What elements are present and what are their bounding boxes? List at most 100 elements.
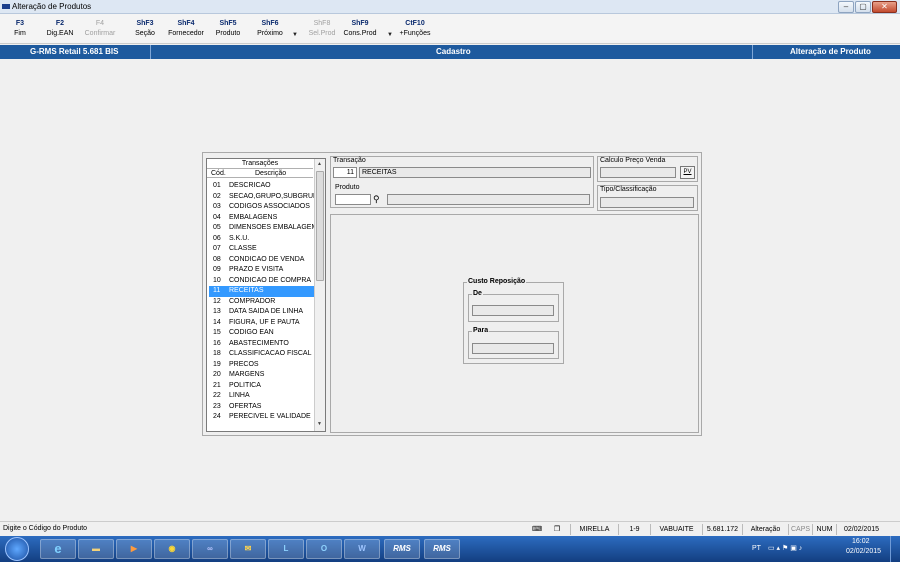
status-bar: Digite o Código do Produto ⌨ ❐ MIRELLA 1…	[0, 521, 900, 536]
scroll-down-icon[interactable]: ▼	[317, 421, 322, 427]
status-caps: CAPS	[788, 524, 812, 535]
toolbar-button-confirmar[interactable]: F4 Confirmar	[80, 19, 120, 39]
tray-icons[interactable]: ▭ ▴ ⚑ ▣ ♪	[768, 544, 802, 552]
transaction-row[interactable]: 09 PRAZO E VISITA	[209, 265, 314, 276]
transaction-desc: OFERTAS	[229, 402, 262, 410]
transaction-desc: FIGURA, UF E PAUTA	[229, 318, 300, 326]
explorer-icon[interactable]: ▬	[78, 539, 114, 559]
transacao-name-field: RECEITAS	[359, 167, 591, 178]
outlook-icon[interactable]: O	[306, 539, 342, 559]
toolbar-button-sel-prod[interactable]: ShF8 Sel.Prod	[302, 19, 342, 39]
toolbar-button-pr-ximo[interactable]: ShF6 Próximo	[250, 19, 290, 39]
transaction-row[interactable]: 11 RECEITAS	[209, 286, 314, 297]
transaction-desc: CLASSE	[229, 245, 257, 252]
transactions-list[interactable]: Transações Cód. Descrição 01 DESCRICAO 02 S…	[206, 158, 326, 432]
binoculars-icon[interactable]: ⚲	[373, 194, 380, 205]
toolbar-button-se-o[interactable]: ShF3 Seção	[125, 19, 165, 39]
transaction-desc: SECAO,GRUPO,SUBGRUPO	[229, 192, 314, 200]
module-name: Cadastro	[436, 47, 471, 56]
produto-code-input[interactable]	[335, 194, 371, 205]
transaction-code: 15	[213, 329, 221, 336]
toolbar-label: Fim	[14, 30, 26, 37]
status-mode: Alteração	[742, 524, 788, 535]
toolbar-label: Confirmar	[84, 30, 116, 37]
transaction-code: 11	[213, 287, 221, 294]
transaction-desc: EMBALAGENS	[229, 213, 278, 221]
clock-time: 16:02	[852, 538, 870, 545]
copy-icon: ❐	[553, 526, 561, 533]
status-host: VABUAITE	[650, 524, 702, 535]
transaction-row[interactable]: 01 DESCRICAO	[209, 181, 314, 192]
transaction-row[interactable]: 05 DIMENSOES EMBALAGEM	[209, 223, 314, 234]
toolbar-button-produto[interactable]: ShF5 Produto	[208, 19, 248, 39]
rms-app-1[interactable]: RMS	[384, 539, 420, 559]
toolbar-key: F2	[55, 20, 65, 27]
toolbar-button-fornecedor[interactable]: ShF4 Fornecedor	[166, 19, 206, 39]
messenger-icon[interactable]: ✉	[230, 539, 266, 559]
toolbar-button-cons-prod[interactable]: ShF9 Cons.Prod	[340, 19, 380, 39]
chrome-icon[interactable]: ◉	[154, 539, 190, 559]
transaction-row[interactable]: 13 DATA SAIDA DE LINHA	[209, 307, 314, 318]
transaction-code: 19	[213, 360, 221, 368]
transaction-desc: CONDICAO DE VENDA	[229, 255, 305, 263]
transaction-code: 05	[213, 224, 221, 231]
system-name: G-RMS Retail 5.681 BIS	[30, 47, 119, 56]
media-player-icon[interactable]: ▶	[116, 539, 152, 559]
transaction-row[interactable]: 06 S.K.U.	[209, 234, 314, 245]
transaction-row[interactable]: 23 OFERTAS	[209, 402, 314, 413]
show-desktop-button[interactable]	[890, 536, 900, 562]
transaction-row[interactable]: 22 LINHA	[209, 391, 314, 402]
toolbar-button-fim[interactable]: F3 Fim	[0, 19, 40, 39]
transaction-row[interactable]: 16 ABASTECIMENTO	[209, 339, 314, 350]
custo-label: Custo Reposição	[467, 278, 527, 285]
transaction-row[interactable]: 19 PRECOS	[209, 360, 314, 371]
transaction-row[interactable]: 18 CLASSIFICACAO FISCAL	[209, 349, 314, 360]
close-button[interactable]: ✕	[872, 1, 897, 13]
pv-button[interactable]: PV	[680, 166, 695, 179]
header-divider	[150, 45, 151, 59]
word-icon[interactable]: W	[344, 539, 380, 559]
transaction-row[interactable]: 15 CODIGO EAN	[209, 328, 314, 339]
language-indicator[interactable]: PT	[752, 545, 761, 552]
transaction-code: 03	[213, 203, 221, 210]
toolbar-key: CtF10	[405, 20, 425, 27]
scroll-up-icon[interactable]: ▲	[317, 161, 322, 167]
minimize-button[interactable]: –	[838, 1, 854, 13]
transaction-code: 08	[213, 255, 221, 263]
transaction-row[interactable]: 03 CODIGOS ASSOCIADOS	[209, 202, 314, 213]
transaction-row[interactable]: 07 CLASSE	[209, 244, 314, 255]
maximize-button[interactable]: ▢	[855, 1, 871, 13]
transaction-row[interactable]: 04 EMBALAGENS	[209, 213, 314, 224]
dropdown-icon[interactable]: ▼	[292, 32, 298, 38]
scroll-thumb[interactable]	[316, 171, 324, 281]
transaction-row[interactable]: 21 POLITICA	[209, 381, 314, 392]
toolbar-label: Sel.Prod	[308, 30, 336, 37]
link-app-icon[interactable]: ∞	[192, 539, 228, 559]
transaction-row[interactable]: 02 SECAO,GRUPO,SUBGRUPO	[209, 192, 314, 203]
transactions-scrollbar[interactable]: ▲ ▼	[314, 159, 325, 431]
ie-icon[interactable]: e	[40, 539, 76, 559]
transaction-code: 18	[213, 350, 221, 357]
transaction-row[interactable]: 10 CONDICAO DE COMPRA	[209, 276, 314, 287]
status-hint: Digite o Código do Produto	[3, 525, 88, 532]
function-name: Alteração de Produto	[790, 47, 871, 56]
toolbar-label: Produto	[215, 30, 241, 37]
keyboard-icon: ⌨	[531, 526, 543, 533]
transaction-row[interactable]: 24 PERECIVEL E VALIDADE	[209, 412, 314, 423]
transacao-code-field[interactable]: 11	[333, 167, 357, 178]
toolbar-button-dig-ean[interactable]: F2 Dig.EAN	[40, 19, 80, 39]
lync-icon[interactable]: L	[268, 539, 304, 559]
transaction-row[interactable]: 08 CONDICAO DE VENDA	[209, 255, 314, 266]
start-button[interactable]	[5, 537, 29, 561]
transaction-desc: PRAZO E VISITA	[229, 266, 284, 273]
transaction-row[interactable]: 14 FIGURA, UF E PAUTA	[209, 318, 314, 329]
transaction-row[interactable]: 12 COMPRADOR	[209, 297, 314, 308]
transaction-code: 01	[213, 182, 221, 189]
toolbar-button--fun-es[interactable]: CtF10 +Funções	[395, 19, 435, 39]
dropdown-icon[interactable]: ▼	[387, 32, 393, 38]
transaction-row[interactable]: 20 MARGENS	[209, 370, 314, 381]
toolbar-label: Cons.Prod	[343, 30, 377, 37]
transaction-desc: PERECIVEL E VALIDADE	[229, 413, 311, 420]
transaction-desc: DATA SAIDA DE LINHA	[229, 308, 304, 315]
rms-app-2[interactable]: RMS	[424, 539, 460, 559]
